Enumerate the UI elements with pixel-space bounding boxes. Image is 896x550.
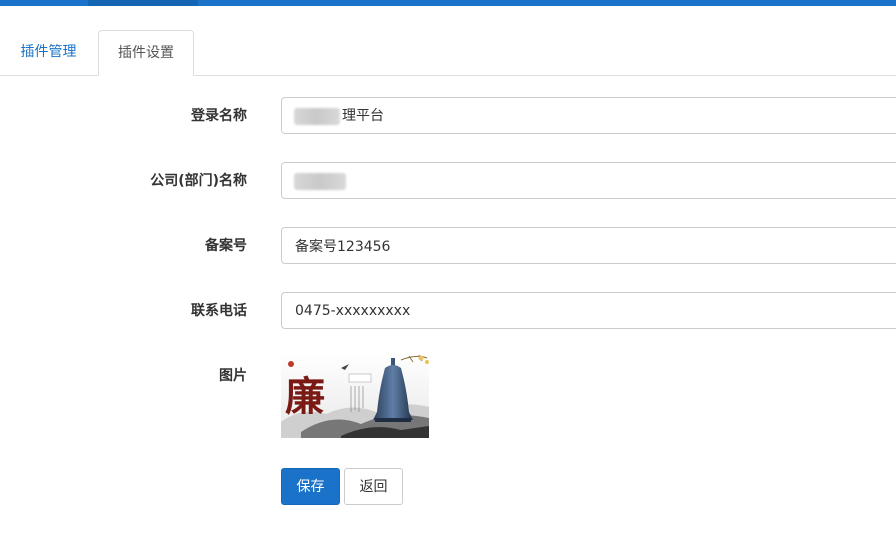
record-no-label: 备案号	[205, 238, 247, 254]
phone-input[interactable]	[281, 292, 896, 329]
top-bar	[0, 0, 896, 6]
tab-plugin-settings[interactable]: 插件设置	[98, 30, 194, 76]
login-name-field[interactable]: 理平台	[281, 97, 896, 134]
form-row-record-no: 备案号	[0, 227, 896, 265]
uploaded-image[interactable]: 廉	[281, 352, 429, 438]
form-row-phone: 联系电话	[0, 292, 896, 330]
login-name-value: 理平台	[342, 108, 384, 124]
login-name-label: 登录名称	[191, 108, 247, 124]
back-button[interactable]: 返回	[344, 468, 403, 505]
phone-label: 联系电话	[191, 303, 247, 319]
tab-bar: 插件管理 插件设置	[0, 30, 896, 76]
save-button[interactable]: 保存	[281, 468, 340, 505]
top-bar-active-segment	[88, 0, 198, 6]
form-row-company-name: 公司(部门)名称	[0, 162, 896, 200]
company-name-label: 公司(部门)名称	[150, 173, 247, 189]
image-title-char: 廉	[285, 373, 325, 420]
company-name-field[interactable]	[281, 162, 896, 199]
image-label: 图片	[219, 368, 247, 384]
tab-plugin-management[interactable]: 插件管理	[0, 30, 97, 75]
blurred-text	[294, 173, 346, 190]
record-no-input[interactable]	[281, 227, 896, 264]
blurred-text	[294, 108, 340, 125]
form-row-login-name: 登录名称 理平台	[0, 97, 896, 135]
